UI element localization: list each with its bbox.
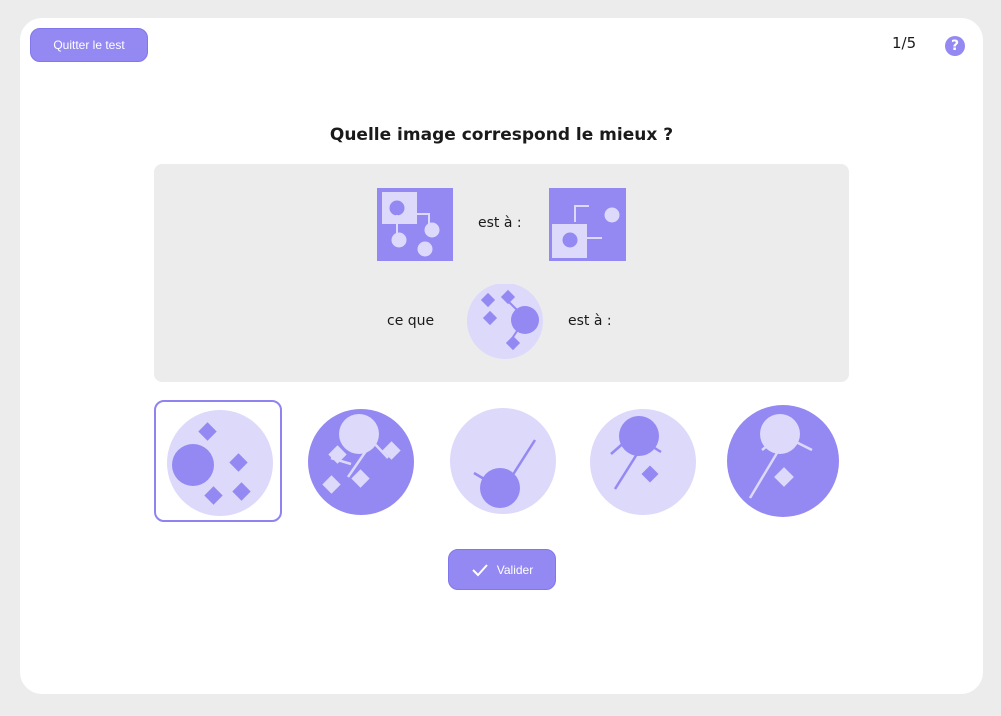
- analogy-connector-1: est à :: [478, 215, 522, 231]
- analogy-image-c: [467, 284, 543, 359]
- answer-option-3[interactable]: [440, 400, 568, 522]
- checkmark-icon: [472, 563, 488, 576]
- help-icon[interactable]: ?: [945, 36, 965, 56]
- quit-test-button[interactable]: Quitter le test: [30, 28, 148, 62]
- analogy-connector-2: ce que: [387, 313, 435, 329]
- analogy-connector-3: est à :: [568, 313, 612, 329]
- validate-button[interactable]: Valider: [448, 549, 556, 590]
- answer-option-5[interactable]: [720, 400, 848, 522]
- test-card: Quitter le test 1/5 ? Quelle image corre…: [20, 18, 983, 694]
- answer-option-1[interactable]: [154, 400, 282, 522]
- analogy-panel: est à : ce que est à :: [154, 164, 849, 382]
- validate-label: Valider: [496, 562, 534, 577]
- progress-counter: 1/5: [892, 34, 917, 52]
- answer-option-4[interactable]: [579, 400, 707, 522]
- question-title: Quelle image correspond le mieux ?: [329, 125, 674, 145]
- analogy-image-b: [549, 188, 626, 261]
- answer-option-2[interactable]: [301, 400, 429, 522]
- analogy-image-a: [377, 188, 453, 261]
